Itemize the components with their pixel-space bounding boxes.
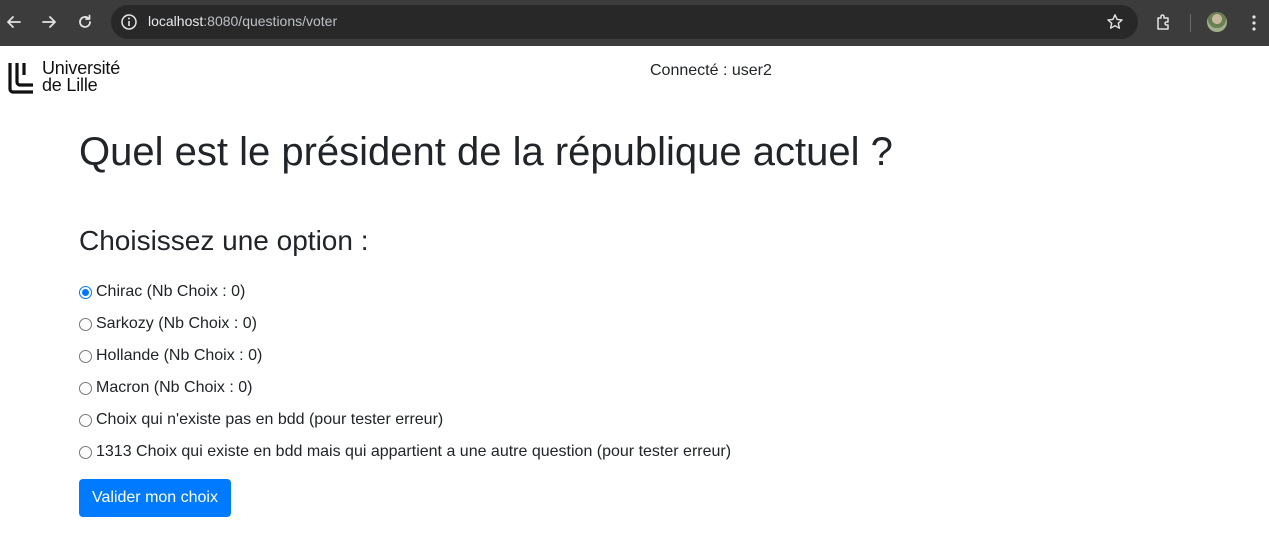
- option-radio[interactable]: [79, 445, 92, 459]
- browser-toolbar: localhost:8080/questions/voter: [0, 0, 1269, 46]
- option-row[interactable]: Macron (Nb Choix : 0): [79, 376, 253, 400]
- url-text[interactable]: localhost:8080/questions/voter: [148, 13, 337, 29]
- option-label: 1313 Choix qui existe en bdd mais qui ap…: [96, 443, 732, 460]
- option-radio[interactable]: [79, 381, 92, 395]
- url-host: localhost: [148, 13, 204, 29]
- option-radio[interactable]: [79, 285, 92, 299]
- profile-avatar[interactable]: [1207, 12, 1227, 32]
- arrow-left-icon: [7, 16, 21, 28]
- more-menu-icon[interactable]: [1245, 13, 1263, 33]
- site-info-icon[interactable]: [120, 13, 138, 31]
- logo-mark-icon: [8, 63, 33, 94]
- toolbar-divider: [1190, 14, 1191, 32]
- option-label: Chirac (Nb Choix : 0): [96, 283, 246, 300]
- connected-user-text: Connecté : user2: [650, 62, 772, 79]
- forward-button[interactable]: [31, 4, 67, 40]
- option-label: Hollande (Nb Choix : 0): [96, 347, 263, 364]
- site-header: Université de Lille Connecté : user2: [0, 46, 1269, 102]
- back-button[interactable]: [0, 4, 32, 40]
- question-title: Quel est le président de la république a…: [79, 130, 893, 174]
- option-label: Choix qui n'existe pas en bdd (pour test…: [96, 411, 444, 428]
- option-radio[interactable]: [79, 413, 92, 427]
- reload-button[interactable]: [67, 4, 103, 40]
- option-row[interactable]: Sarkozy (Nb Choix : 0): [79, 312, 257, 336]
- logo-text: Université de Lille: [42, 59, 120, 95]
- option-row[interactable]: Hollande (Nb Choix : 0): [79, 344, 262, 368]
- option-row[interactable]: Choix qui n'existe pas en bdd (pour test…: [79, 408, 443, 432]
- option-row[interactable]: Chirac (Nb Choix : 0): [79, 280, 245, 304]
- options-heading: Choisissez une option :: [79, 225, 369, 256]
- reload-icon: [79, 14, 91, 28]
- extensions-puzzle-icon[interactable]: [1154, 12, 1174, 32]
- university-logo[interactable]: Université de Lille: [7, 59, 132, 96]
- address-bar[interactable]: localhost:8080/questions/voter: [111, 5, 1138, 39]
- option-label: Macron (Nb Choix : 0): [96, 379, 253, 396]
- option-label: Sarkozy (Nb Choix : 0): [96, 315, 257, 332]
- arrow-right-icon: [42, 16, 56, 28]
- option-row[interactable]: 1313 Choix qui existe en bdd mais qui ap…: [79, 440, 731, 464]
- url-path: :8080/questions/voter: [203, 13, 338, 29]
- bookmark-star-icon[interactable]: [1106, 13, 1124, 31]
- option-radio[interactable]: [79, 349, 92, 363]
- logo-line-2: de Lille: [42, 75, 98, 95]
- option-radio[interactable]: [79, 317, 92, 331]
- submit-vote-button[interactable]: Valider mon choix: [79, 479, 231, 517]
